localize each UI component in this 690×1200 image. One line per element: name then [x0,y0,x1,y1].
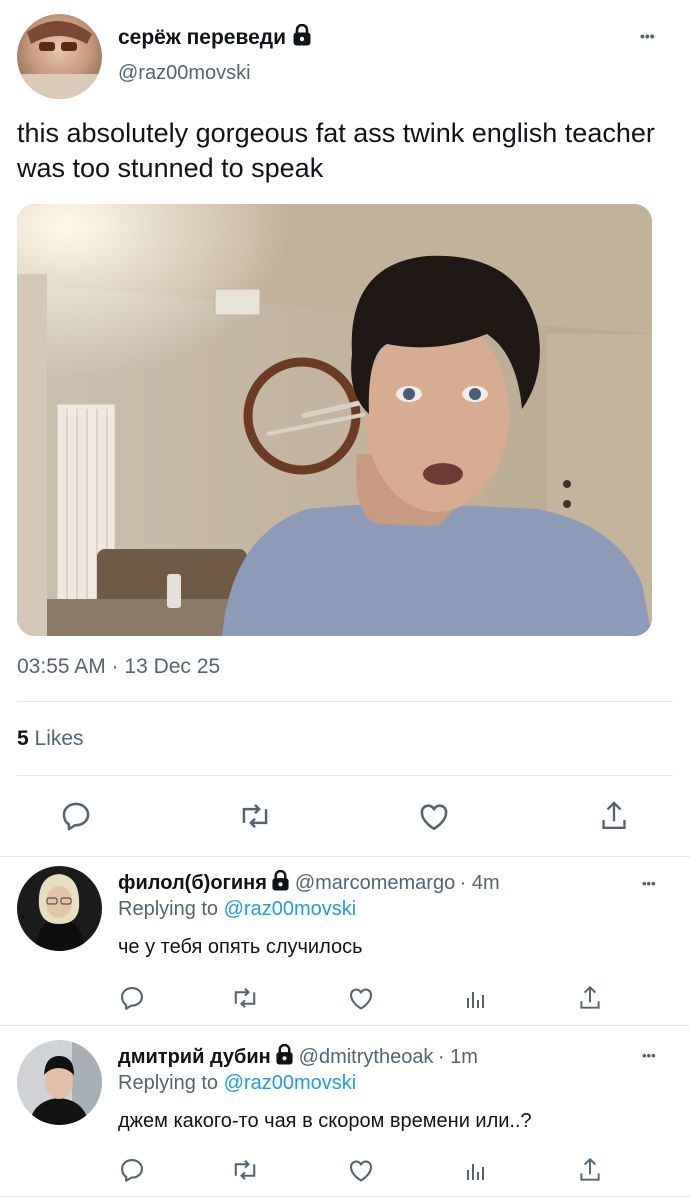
reply-button[interactable] [56,796,96,836]
divider [0,1025,690,1026]
reply-author-name[interactable]: филол(б)огиня [118,872,267,894]
replying-to-handle-link[interactable]: @raz00movski [224,898,357,920]
like-icon [350,1160,372,1182]
reply-author-avatar[interactable] [17,1040,102,1125]
reply-more-options-button[interactable]: ••• [642,876,656,891]
replying-to-prefix: Replying to [118,1072,219,1094]
replying-to: Replying to @raz00movski [118,898,356,921]
divider [17,775,673,776]
reply-retweet-button[interactable] [229,982,261,1014]
retweet-icon [242,804,268,828]
reply-like-button[interactable] [345,982,377,1014]
reply-reply-button[interactable] [116,1154,148,1186]
reply-text: че у тебя опять случилось [118,936,363,958]
reply-icon [121,1159,143,1182]
retweet-icon [234,988,256,1008]
reply-author-avatar[interactable] [17,866,102,951]
tweet-media-image[interactable] [17,204,652,636]
divider [0,1196,690,1197]
likes-count: 5 [17,727,29,750]
author-handle[interactable]: @raz00movski [118,62,251,85]
share-icon [580,1157,600,1181]
share-button[interactable] [594,796,634,836]
share-icon [580,985,600,1009]
like-icon [350,988,372,1010]
divider [17,701,673,702]
tweet-text: this absolutely gorgeous fat ass twink e… [17,118,655,183]
divider [0,856,690,857]
like-icon [420,804,448,831]
replying-to: Replying to @raz00movski [118,1072,356,1095]
lock-icon [292,23,312,52]
likes-label: Likes [34,727,84,750]
share-icon [602,801,626,829]
more-options-button[interactable]: ••• [640,28,655,44]
author-name[interactable]: серёж переведи [118,23,312,52]
reply-author-name[interactable]: дмитрий дубин [118,1046,271,1068]
replying-to-handle-link[interactable]: @raz00movski [224,1072,357,1094]
reply-header: филол(б)огиня @marcomemargo · 4m [118,869,500,896]
author-name-text: серёж переведи [118,26,287,49]
reply-header: дмитрий дубин @dmitrytheoak · 1m [118,1043,478,1070]
reply-analytics-button[interactable] [460,982,492,1014]
reply-share-button[interactable] [574,1154,606,1186]
reply-icon [121,987,143,1010]
reply-icon [62,802,90,831]
analytics-icon [467,1164,484,1180]
reply-share-button[interactable] [574,982,606,1014]
replying-to-prefix: Replying to [118,898,219,920]
reply-time[interactable]: · 1m [438,1046,478,1068]
reply-time[interactable]: · 4m [460,872,500,894]
reply-author-handle[interactable]: @marcomemargo [295,872,455,894]
reply-text: джем какого-то чая в скором времени или.… [118,1110,532,1132]
like-button[interactable] [414,796,454,836]
reply-reply-button[interactable] [116,982,148,1014]
reply-retweet-button[interactable] [229,1154,261,1186]
lock-icon [275,1043,294,1070]
reply-like-button[interactable] [345,1154,377,1186]
reply-analytics-button[interactable] [460,1154,492,1186]
tweet-timestamp[interactable]: 03:55 AM · 13 Dec 25 [17,655,220,679]
analytics-icon [467,992,484,1008]
retweet-button[interactable] [235,796,275,836]
lock-icon [271,869,290,896]
likes-stat[interactable]: 5 Likes [17,727,84,751]
retweet-icon [234,1160,256,1180]
reply-more-options-button[interactable]: ••• [642,1048,656,1063]
author-avatar[interactable] [17,14,102,99]
reply-author-handle[interactable]: @dmitrytheoak [299,1046,434,1068]
